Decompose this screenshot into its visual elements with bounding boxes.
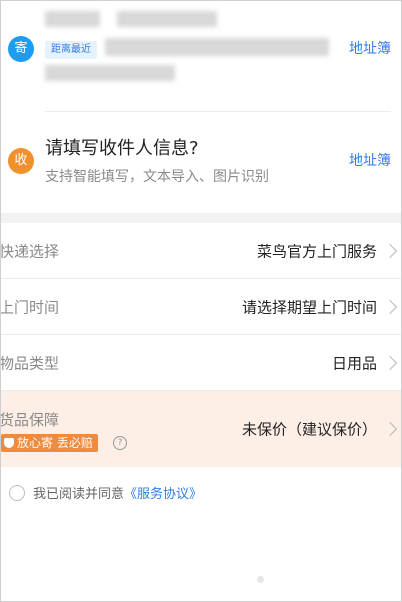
row-insurance[interactable]: 货品保障 放心寄 丢必赔 ? 未保价（建议保价） xyxy=(1,391,401,467)
row-item-type[interactable]: 物品类型 日用品 xyxy=(1,335,401,391)
courier-value: 菜鸟官方上门服务 xyxy=(256,242,377,260)
sender-address-blurred xyxy=(105,38,329,56)
sender-address-line2-blurred xyxy=(45,65,175,81)
chevron-right-icon xyxy=(382,243,398,258)
shipping-form: 寄 距离最近 地址簿 收 请填写收件人信息? 支持智能填写，文本导入、图片识别 … xyxy=(0,0,402,602)
section-divider xyxy=(45,111,391,112)
row-pickup-time[interactable]: 上门时间 请选择期望上门时间 xyxy=(1,279,401,335)
item-type-label: 物品类型 xyxy=(0,354,60,372)
nearest-tag: 距离最近 xyxy=(45,41,97,59)
service-agreement-link[interactable]: 《服务协议》 xyxy=(124,487,202,502)
chevron-right-icon xyxy=(382,299,398,314)
pickup-time-value: 请选择期望上门时间 xyxy=(241,298,377,316)
section-gap xyxy=(1,213,401,223)
pickup-time-label: 上门时间 xyxy=(0,298,60,316)
sender-name-blurred xyxy=(45,11,100,27)
sender-section[interactable]: 寄 距离最近 地址簿 xyxy=(1,1,401,111)
sender-address-book-link[interactable]: 地址簿 xyxy=(349,38,391,58)
insurance-badge-text: 放心寄 丢必赔 xyxy=(17,436,93,450)
shield-icon xyxy=(4,438,14,448)
insurance-badge: 放心寄 丢必赔 xyxy=(1,434,98,452)
chevron-right-icon xyxy=(382,355,398,370)
item-type-value: 日用品 xyxy=(331,354,377,372)
insurance-label: 货品保障 xyxy=(0,411,60,429)
page-indicator-dot xyxy=(257,576,264,583)
chevron-right-icon xyxy=(382,421,398,437)
receiver-badge: 收 xyxy=(8,148,34,174)
sender-phone-blurred xyxy=(117,11,217,27)
insurance-value: 未保价（建议保价） xyxy=(241,420,377,439)
agreement-radio[interactable] xyxy=(9,485,25,501)
row-courier[interactable]: 快递选择 菜鸟官方上门服务 xyxy=(1,223,401,279)
courier-label: 快递选择 xyxy=(0,242,60,260)
help-icon[interactable]: ? xyxy=(113,436,127,450)
agreement: 我已阅读并同意《服务协议》 xyxy=(9,483,202,502)
sender-badge: 寄 xyxy=(8,36,34,62)
receiver-address-book-link[interactable]: 地址簿 xyxy=(349,150,391,170)
receiver-subtitle: 支持智能填写，文本导入、图片识别 xyxy=(45,169,269,185)
agreement-text: 我已阅读并同意 xyxy=(33,487,125,502)
receiver-title[interactable]: 请填写收件人信息? xyxy=(45,134,199,160)
